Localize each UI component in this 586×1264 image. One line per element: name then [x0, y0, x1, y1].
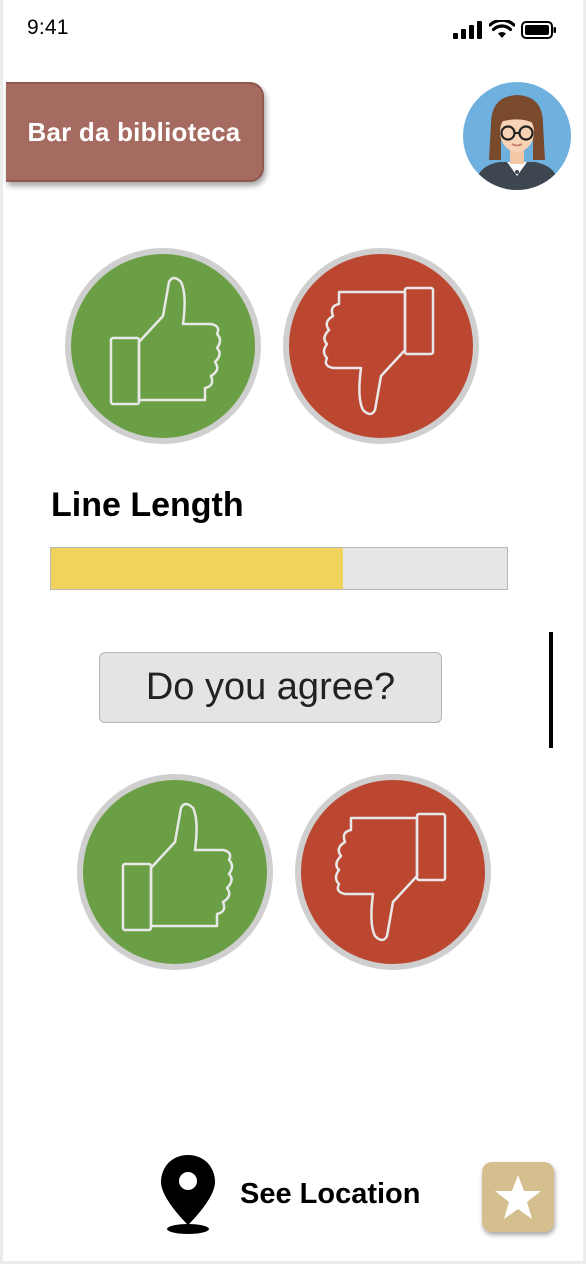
thumbs-up-icon	[109, 276, 222, 406]
star-icon	[495, 1175, 541, 1219]
wifi-icon	[489, 20, 515, 38]
vote-up-button-top[interactable]	[65, 248, 261, 444]
see-location-link[interactable]: See Location	[158, 1153, 421, 1235]
thumbs-down-icon	[322, 286, 435, 416]
battery-icon	[521, 20, 556, 39]
map-pin-icon	[161, 1155, 215, 1234]
user-avatar[interactable]	[463, 82, 571, 190]
line-length-meter-fill	[51, 548, 343, 589]
vote-down-button-bottom[interactable]	[295, 774, 491, 970]
app-screen: 9:41 Bar da biblioteca Line Length Do yo…	[0, 0, 586, 1264]
cellular-signal-icon	[453, 20, 482, 39]
scroll-indicator[interactable]	[549, 632, 553, 748]
venue-title-badge: Bar da biblioteca	[6, 82, 264, 182]
status-time: 9:41	[27, 16, 69, 39]
favorite-button[interactable]	[482, 1162, 554, 1232]
thumbs-up-icon	[121, 802, 234, 932]
agree-question-label: Do you agree?	[145, 666, 396, 708]
thumbs-down-icon	[334, 812, 447, 942]
vote-down-button-top[interactable]	[283, 248, 479, 444]
status-bar: 9:41	[3, 0, 583, 60]
line-length-label: Line Length	[51, 486, 244, 524]
agree-question-button[interactable]: Do you agree?	[99, 652, 442, 723]
venue-title: Bar da biblioteca	[27, 116, 241, 147]
avatar-illustration	[477, 95, 557, 190]
vote-up-button-bottom[interactable]	[77, 774, 273, 970]
line-length-meter	[50, 547, 508, 590]
see-location-label: See Location	[240, 1177, 421, 1210]
status-icons	[453, 20, 557, 39]
